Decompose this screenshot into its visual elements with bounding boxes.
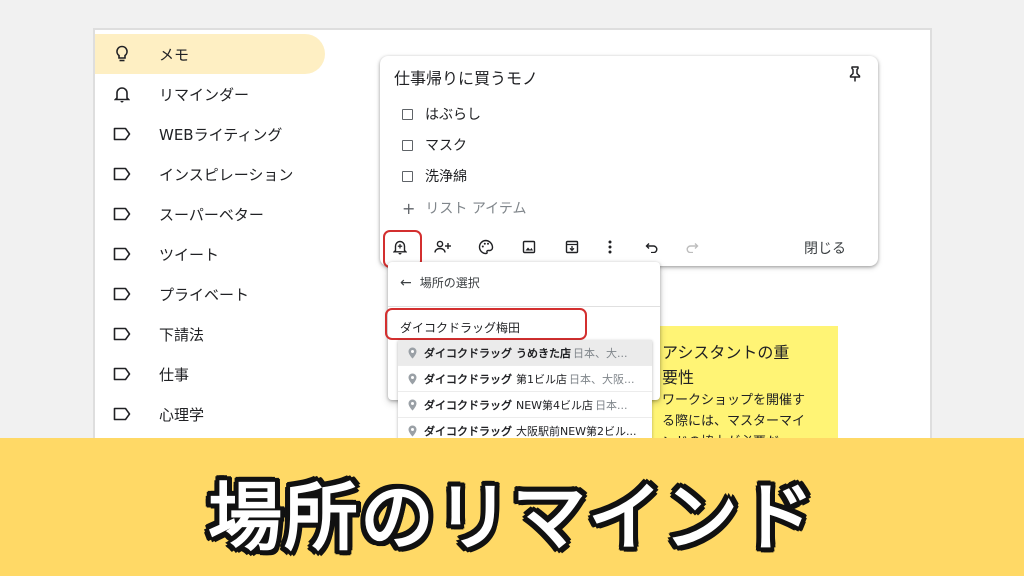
suggestion-address: 日本... [595,398,628,412]
map-pin-icon [404,373,420,385]
image-icon[interactable] [519,237,539,257]
label-icon [113,205,131,223]
label-icon [113,245,131,263]
suggestion-branch: 大阪駅前NEW第2ビル... [516,424,637,438]
back-arrow-icon[interactable]: ← [400,275,412,291]
suggestion-name: ダイコクドラッグ [424,372,512,386]
map-pin-icon [404,425,420,437]
yellow-note-title-line: 要性 [662,368,695,387]
suggestion-item[interactable]: ダイコクドラッグ うめきた店 日本、大... [398,340,652,366]
sidebar-item-label: 心理学 [159,405,205,424]
highlight-box-location-input [385,308,587,340]
yellow-note-title-line: アシスタントの重 [662,343,790,362]
label-icon [113,165,131,183]
location-suggestions: ダイコクドラッグ うめきた店 日本、大... ダイコクドラッグ 第1ビル店 日本… [398,340,652,444]
checklist-item-text[interactable]: 洗浄綿 [425,166,467,186]
sidebar-item-label: インスピレーション [159,165,294,184]
label-icon [113,405,131,423]
pin-icon[interactable] [846,65,864,83]
sidebar-item-label: メモ [159,45,190,64]
yellow-note-body-line: ワークショップを開催す [662,393,806,408]
sidebar-item-label: ツイート [159,245,220,264]
add-list-item[interactable]: + リスト アイテム [402,198,526,218]
undo-icon[interactable] [642,237,662,257]
sidebar-item-inspiration[interactable]: インスピレーション [95,154,325,194]
map-pin-icon [404,347,420,359]
checklist-item-text[interactable]: はぶらし [425,104,481,124]
sidebar-item-label: 下請法 [159,325,205,344]
label-icon [113,365,131,383]
yellow-note-card[interactable]: アシスタントの重 要性 ワークショップを開催す る際には、マスターマイ ンドの協… [648,326,838,450]
suggestion-branch: NEW第4ビル店 [516,398,594,412]
suggestion-name: ダイコクドラッグ [424,346,512,360]
suggestion-item[interactable]: ダイコクドラッグ NEW第4ビル店 日本... [398,392,652,418]
add-list-item-label: リスト アイテム [425,201,527,217]
label-icon [113,125,131,143]
sidebar-item-label: リマインダー [159,85,250,104]
location-picker-title: 場所の選択 [419,276,480,290]
lightbulb-icon [113,45,131,63]
suggestion-item[interactable]: ダイコクドラッグ 第1ビル店 日本、大阪... [398,366,652,392]
sidebar-item-tweet[interactable]: ツイート [95,234,325,274]
banner-title: 場所のリマインド [208,475,816,561]
yellow-note-body-line: る際には、マスターマイ [662,414,806,429]
sidebar-item-label: WEBライティング [159,125,283,144]
checklist-item-text[interactable]: マスク [425,135,467,155]
suggestion-branch: うめきた店 [516,346,571,360]
plus-icon: + [402,198,416,218]
suggestion-name: ダイコクドラッグ [424,398,512,412]
note-card[interactable]: 仕事帰りに買うモノ はぶらし マスク 洗浄綿 + リスト アイテム 閉じる [380,56,878,266]
yellow-note-title: アシスタントの重 要性 [662,340,789,390]
sidebar-item-psychology[interactable]: 心理学 [95,394,325,434]
suggestion-address: 日本、大... [573,346,628,360]
sidebar-item-memo[interactable]: メモ [95,34,325,74]
sidebar-item-work[interactable]: 仕事 [95,354,325,394]
suggestion-branch: 第1ビル店 [516,372,567,386]
close-button[interactable]: 閉じる [804,238,846,258]
add-collaborator-icon[interactable] [433,237,453,257]
archive-icon[interactable] [562,237,582,257]
suggestion-name: ダイコクドラッグ [424,424,512,438]
map-pin-icon [404,399,420,411]
sidebar-item-label: プライベート [159,285,250,304]
redo-icon[interactable] [682,237,702,257]
sidebar-item-web-writing[interactable]: WEBライティング [95,114,325,154]
label-icon [113,285,131,303]
checkbox[interactable] [402,108,413,120]
label-icon [113,325,131,343]
sidebar-item-label: スーパーベター [159,205,264,224]
sidebar-item-subcontract-law[interactable]: 下請法 [95,314,325,354]
divider [388,306,660,307]
checkbox[interactable] [402,170,413,182]
location-picker-header[interactable]: ← 場所の選択 [400,274,480,291]
suggestion-address: 日本、大阪... [569,372,635,386]
more-vert-icon[interactable] [600,237,620,257]
sidebar-item-superbetter[interactable]: スーパーベター [95,194,325,234]
note-title[interactable]: 仕事帰りに買うモノ [394,65,538,89]
checklist-item[interactable]: はぶらし [402,104,481,124]
palette-icon[interactable] [476,237,496,257]
sidebar-item-private[interactable]: プライベート [95,274,325,314]
bell-icon [113,85,131,103]
note-toolbar: 閉じる [380,232,878,262]
sidebar-item-reminder[interactable]: リマインダー [95,74,325,114]
checklist-item[interactable]: 洗浄綿 [402,166,467,186]
checkbox[interactable] [402,139,413,151]
page-background [0,0,1024,30]
checklist-item[interactable]: マスク [402,135,467,155]
sidebar-item-label: 仕事 [159,365,190,384]
